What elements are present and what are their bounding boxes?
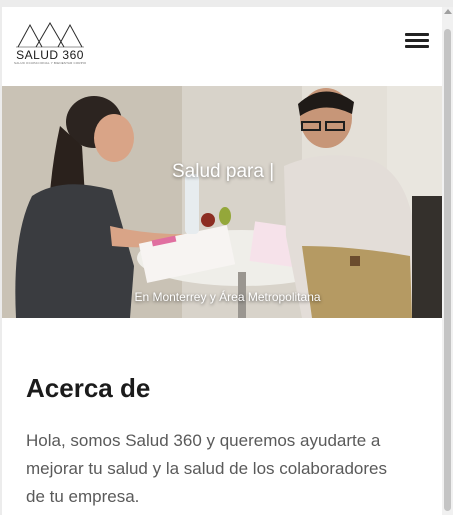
hero-banner: Salud para | En Monterrey y Área Metropo… [2,86,453,318]
hero-title-text: Salud para [172,161,264,182]
typing-cursor: | [269,161,275,182]
vertical-scrollbar[interactable] [442,7,453,515]
hero-subtitle: En Monterrey y Área Metropolitana [134,290,321,304]
hero-title: Salud para | [172,161,274,183]
hero-photo [2,86,453,318]
logo-tagline: SALUD OCUPACIONAL Y BIENESTAR CORPORATIV… [14,61,86,65]
logo[interactable]: SALUD 360 SALUD OCUPACIONAL Y BIENESTAR … [14,19,86,67]
scroll-up-arrow-icon[interactable] [444,9,452,14]
site-header: SALUD 360 SALUD OCUPACIONAL Y BIENESTAR … [2,7,442,87]
section-title: Acerca de [26,373,151,403]
logo-text: SALUD 360 [16,48,84,62]
about-section: Acerca de Hola, somos Salud 360 y querem… [2,318,442,515]
hamburger-menu-icon[interactable] [405,33,429,53]
mountain-logo-icon [16,22,84,48]
about-description: Hola, somos Salud 360 y queremos ayudart… [26,431,387,506]
browser-viewport: SALUD 360 SALUD OCUPACIONAL Y BIENESTAR … [2,7,453,515]
scrollbar-thumb[interactable] [444,29,451,511]
